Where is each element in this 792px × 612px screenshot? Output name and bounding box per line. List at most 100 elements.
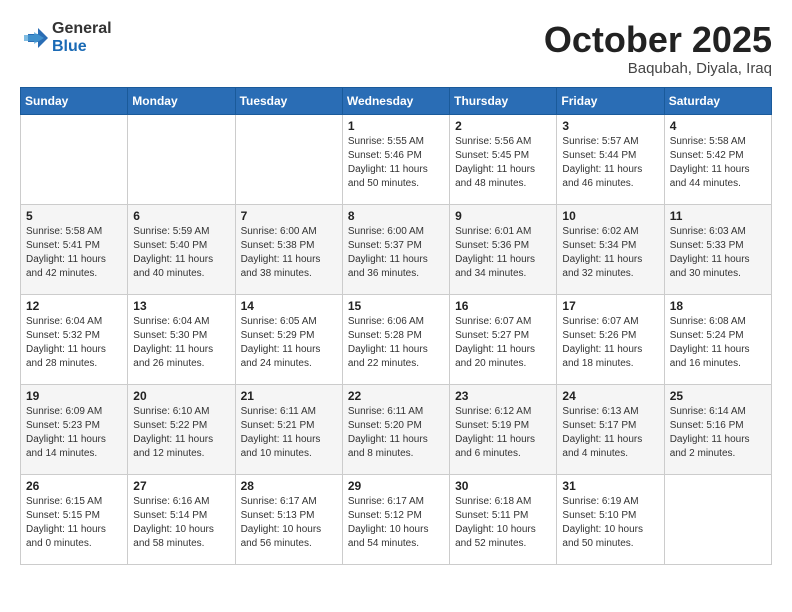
calendar-table: SundayMondayTuesdayWednesdayThursdayFrid… [20, 87, 772, 565]
day-info: Sunrise: 5:57 AM Sunset: 5:44 PM Dayligh… [562, 135, 659, 191]
day-info: Sunrise: 6:00 AM Sunset: 5:37 PM Dayligh… [348, 225, 445, 281]
day-info: Sunrise: 6:08 AM Sunset: 5:24 PM Dayligh… [670, 315, 767, 371]
day-number: 12 [26, 299, 123, 313]
weekday-header-sunday: Sunday [21, 87, 128, 114]
calendar-cell: 30 Sunrise: 6:18 AM Sunset: 5:11 PM Dayli… [450, 474, 557, 564]
day-info: Sunrise: 6:10 AM Sunset: 5:22 PM Dayligh… [133, 405, 230, 461]
weekday-header-thursday: Thursday [450, 87, 557, 114]
logo-text: General Blue [52, 20, 112, 55]
day-number: 25 [670, 389, 767, 403]
day-number: 23 [455, 389, 552, 403]
calendar-cell [128, 114, 235, 204]
day-number: 29 [348, 479, 445, 493]
day-info: Sunrise: 6:04 AM Sunset: 5:32 PM Dayligh… [26, 315, 123, 371]
day-number: 21 [241, 389, 338, 403]
day-info: Sunrise: 6:09 AM Sunset: 5:23 PM Dayligh… [26, 405, 123, 461]
day-number: 30 [455, 479, 552, 493]
month-title: October 2025 [544, 20, 772, 60]
day-info: Sunrise: 6:07 AM Sunset: 5:27 PM Dayligh… [455, 315, 552, 371]
day-info: Sunrise: 6:03 AM Sunset: 5:33 PM Dayligh… [670, 225, 767, 281]
day-info: Sunrise: 6:19 AM Sunset: 5:10 PM Dayligh… [562, 495, 659, 551]
weekday-header-wednesday: Wednesday [342, 87, 449, 114]
day-info: Sunrise: 6:04 AM Sunset: 5:30 PM Dayligh… [133, 315, 230, 371]
logo-general-text: General [52, 20, 112, 38]
day-number: 4 [670, 119, 767, 133]
weekday-header-tuesday: Tuesday [235, 87, 342, 114]
calendar-cell: 27Sunrise: 6:16 AM Sunset: 5:14 PM Dayli… [128, 474, 235, 564]
weekday-header-monday: Monday [128, 87, 235, 114]
day-number: 5 [26, 209, 123, 223]
calendar-cell: 20Sunrise: 6:10 AM Sunset: 5:22 PM Dayli… [128, 384, 235, 474]
calendar-cell: 2Sunrise: 5:56 AM Sunset: 5:45 PM Daylig… [450, 114, 557, 204]
calendar-cell: 9Sunrise: 6:01 AM Sunset: 5:36 PM Daylig… [450, 204, 557, 294]
calendar-cell: 16 Sunrise: 6:07 AM Sunset: 5:27 PM Dayli… [450, 294, 557, 384]
calendar-week-row: 19Sunrise: 6:09 AM Sunset: 5:23 PM Dayli… [21, 384, 772, 474]
calendar-cell: 10Sunrise: 6:02 AM Sunset: 5:34 PM Dayli… [557, 204, 664, 294]
day-info: Sunrise: 5:55 AM Sunset: 5:46 PM Dayligh… [348, 135, 445, 191]
calendar-week-row: 5 Sunrise: 5:58 AM Sunset: 5:41 PM Daylig… [21, 204, 772, 294]
calendar-cell: 29 Sunrise: 6:17 AM Sunset: 5:12 PM Dayli… [342, 474, 449, 564]
day-info: Sunrise: 6:15 AM Sunset: 5:15 PM Dayligh… [26, 495, 123, 551]
day-info: Sunrise: 6:11 AM Sunset: 5:21 PM Dayligh… [241, 405, 338, 461]
day-info: Sunrise: 6:17 AM Sunset: 5:12 PM Dayligh… [348, 495, 445, 551]
day-info: Sunrise: 6:11 AM Sunset: 5:20 PM Dayligh… [348, 405, 445, 461]
day-info: Sunrise: 6:16 AM Sunset: 5:14 PM Dayligh… [133, 495, 230, 551]
calendar-cell: 4Sunrise: 5:58 AM Sunset: 5:42 PM Daylig… [664, 114, 771, 204]
day-info: Sunrise: 6:18 AM Sunset: 5:11 PM Dayligh… [455, 495, 552, 551]
day-number: 28 [241, 479, 338, 493]
day-number: 31 [562, 479, 659, 493]
calendar-cell: 24 Sunrise: 6:13 AM Sunset: 5:17 PM Dayli… [557, 384, 664, 474]
page-header: General Blue October 2025 Baqubah, Diyal… [20, 20, 772, 77]
weekday-header-row: SundayMondayTuesdayWednesdayThursdayFrid… [21, 87, 772, 114]
calendar-cell: 26 Sunrise: 6:15 AM Sunset: 5:15 PM Dayli… [21, 474, 128, 564]
day-info: Sunrise: 5:56 AM Sunset: 5:45 PM Dayligh… [455, 135, 552, 191]
calendar-header: SundayMondayTuesdayWednesdayThursdayFrid… [21, 87, 772, 114]
day-number: 22 [348, 389, 445, 403]
calendar-cell: 14 Sunrise: 6:05 AM Sunset: 5:29 PM Dayli… [235, 294, 342, 384]
calendar-cell: 6Sunrise: 5:59 AM Sunset: 5:40 PM Daylig… [128, 204, 235, 294]
calendar-week-row: 12 Sunrise: 6:04 AM Sunset: 5:32 PM Dayli… [21, 294, 772, 384]
calendar-cell: 12 Sunrise: 6:04 AM Sunset: 5:32 PM Dayli… [21, 294, 128, 384]
day-number: 26 [26, 479, 123, 493]
day-number: 17 [562, 299, 659, 313]
calendar-cell [21, 114, 128, 204]
day-number: 18 [670, 299, 767, 313]
day-number: 16 [455, 299, 552, 313]
day-info: Sunrise: 6:14 AM Sunset: 5:16 PM Dayligh… [670, 405, 767, 461]
logo: General Blue [20, 20, 112, 55]
day-number: 24 [562, 389, 659, 403]
day-number: 9 [455, 209, 552, 223]
calendar-body: 1 Sunrise: 5:55 AM Sunset: 5:46 PM Daylig… [21, 114, 772, 564]
day-number: 10 [562, 209, 659, 223]
day-info: Sunrise: 6:06 AM Sunset: 5:28 PM Dayligh… [348, 315, 445, 371]
day-info: Sunrise: 6:17 AM Sunset: 5:13 PM Dayligh… [241, 495, 338, 551]
calendar-cell: 17 Sunrise: 6:07 AM Sunset: 5:26 PM Dayli… [557, 294, 664, 384]
title-block: October 2025 Baqubah, Diyala, Iraq [544, 20, 772, 77]
calendar-cell: 19Sunrise: 6:09 AM Sunset: 5:23 PM Dayli… [21, 384, 128, 474]
weekday-header-saturday: Saturday [664, 87, 771, 114]
calendar-cell: 18 Sunrise: 6:08 AM Sunset: 5:24 PM Dayli… [664, 294, 771, 384]
calendar-cell: 3Sunrise: 5:57 AM Sunset: 5:44 PM Daylig… [557, 114, 664, 204]
calendar-week-row: 1 Sunrise: 5:55 AM Sunset: 5:46 PM Daylig… [21, 114, 772, 204]
day-number: 6 [133, 209, 230, 223]
calendar-cell: 22 Sunrise: 6:11 AM Sunset: 5:20 PM Dayli… [342, 384, 449, 474]
day-info: Sunrise: 6:00 AM Sunset: 5:38 PM Dayligh… [241, 225, 338, 281]
calendar-cell: 25 Sunrise: 6:14 AM Sunset: 5:16 PM Dayli… [664, 384, 771, 474]
day-number: 14 [241, 299, 338, 313]
day-info: Sunrise: 6:07 AM Sunset: 5:26 PM Dayligh… [562, 315, 659, 371]
day-info: Sunrise: 5:58 AM Sunset: 5:41 PM Dayligh… [26, 225, 123, 281]
calendar-cell: 5 Sunrise: 5:58 AM Sunset: 5:41 PM Daylig… [21, 204, 128, 294]
calendar-cell: 28 Sunrise: 6:17 AM Sunset: 5:13 PM Dayli… [235, 474, 342, 564]
calendar-cell: 23 Sunrise: 6:12 AM Sunset: 5:19 PM Dayli… [450, 384, 557, 474]
day-info: Sunrise: 6:05 AM Sunset: 5:29 PM Dayligh… [241, 315, 338, 371]
day-number: 1 [348, 119, 445, 133]
day-info: Sunrise: 6:13 AM Sunset: 5:17 PM Dayligh… [562, 405, 659, 461]
calendar-cell [235, 114, 342, 204]
weekday-header-friday: Friday [557, 87, 664, 114]
day-number: 15 [348, 299, 445, 313]
calendar-cell: 1 Sunrise: 5:55 AM Sunset: 5:46 PM Daylig… [342, 114, 449, 204]
day-info: Sunrise: 6:12 AM Sunset: 5:19 PM Dayligh… [455, 405, 552, 461]
calendar-cell: 21 Sunrise: 6:11 AM Sunset: 5:21 PM Dayli… [235, 384, 342, 474]
calendar-cell: 8Sunrise: 6:00 AM Sunset: 5:37 PM Daylig… [342, 204, 449, 294]
calendar-cell: 11Sunrise: 6:03 AM Sunset: 5:33 PM Dayli… [664, 204, 771, 294]
